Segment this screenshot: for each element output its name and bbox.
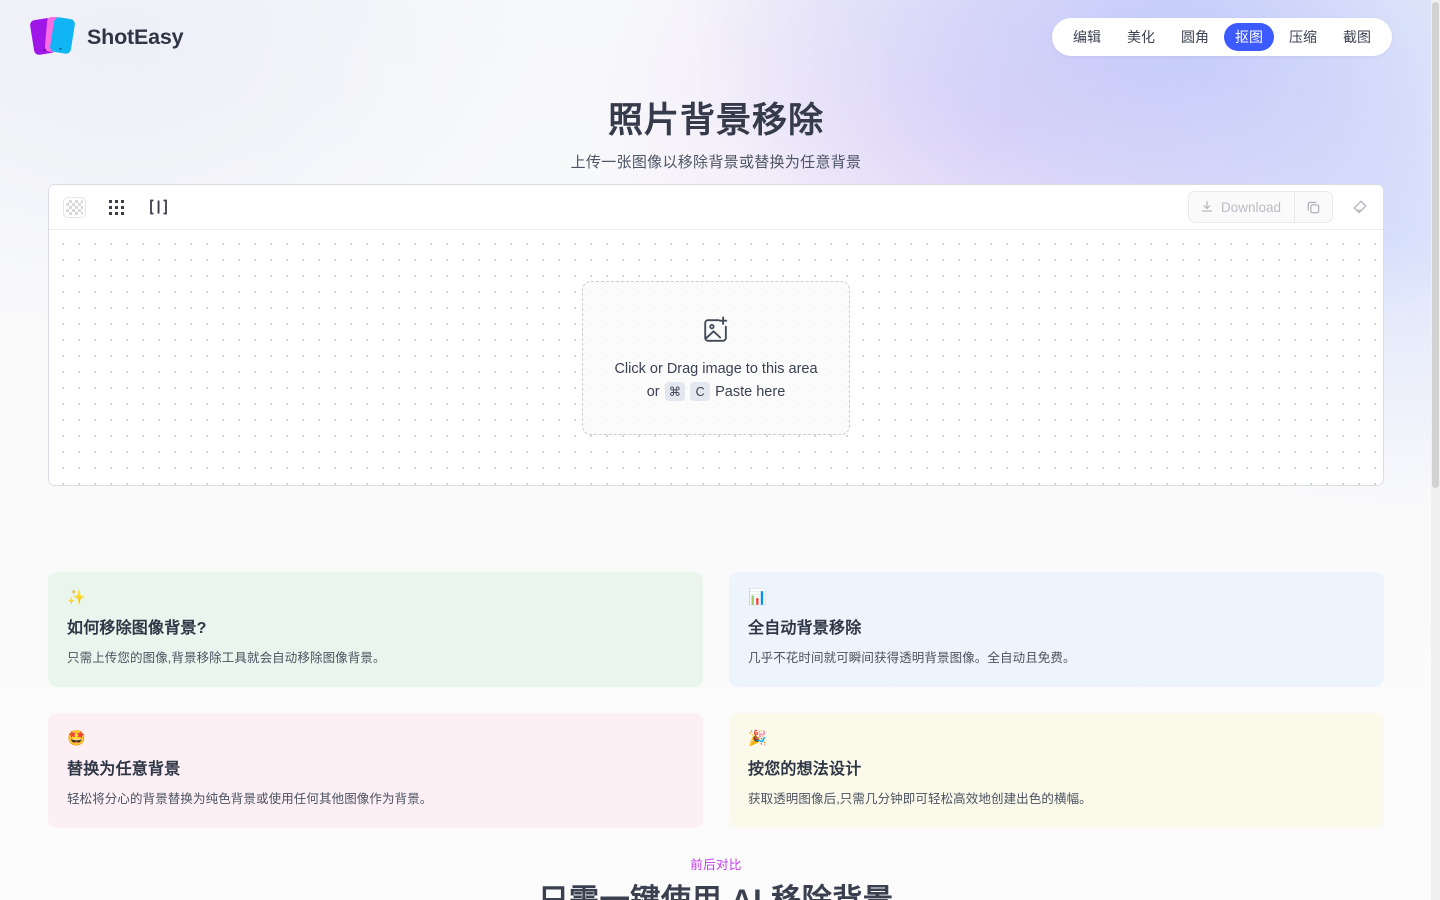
toolbar-right-group: Download (1187, 191, 1373, 223)
feature-card-title: 全自动背景移除 (748, 620, 862, 637)
shoteasy-logo-icon (29, 15, 76, 59)
feature-card-design-as-you-wish: 🎉 按您的想法设计 获取透明图像后,只需几分钟即可轻松高效地创建出色的横幅。 (729, 713, 1384, 828)
transparent-checker-icon (62, 196, 86, 218)
nav-item-beautify[interactable]: 美化 (1116, 23, 1166, 51)
copy-icon (1307, 201, 1320, 213)
page-scrollbar-track[interactable] (1431, 0, 1440, 900)
feature-cards: ✨ 如何移除图像背景? 只需上传您的图像,背景移除工具就会自动移除图像背景。 📊… (48, 572, 1384, 828)
download-button[interactable]: Download (1189, 194, 1294, 221)
site-header: ShotEasy 编辑 美化 圆角 抠图 压缩 截图 (0, 0, 1432, 74)
bar-chart-emoji: 📊 (748, 589, 767, 606)
key-command: ⌘ (664, 382, 686, 401)
copy-image-button[interactable] (1294, 192, 1332, 222)
star-struck-emoji: 🤩 (67, 730, 86, 747)
page-background: ShotEasy 编辑 美化 圆角 抠图 压缩 截图 照片背景移除 上传一张图像… (0, 0, 1440, 900)
feature-card-title: 按您的想法设计 (748, 761, 862, 778)
feature-card-how-to-remove: ✨ 如何移除图像背景? 只需上传您的图像,背景移除工具就会自动移除图像背景。 (48, 572, 703, 687)
section-heading: 只需一键使用 AI 移除背景 (0, 880, 1432, 900)
before-after-section: 前后对比 只需一键使用 AI 移除背景 (0, 856, 1432, 900)
logo-card-cyan (49, 16, 76, 55)
feature-card-desc: 轻松将分心的背景替换为纯色背景或使用任何其他图像作为背景。 (67, 792, 433, 806)
image-dropzone[interactable]: Click or Drag image to this area or ⌘ C … (582, 281, 850, 435)
compare-view-button[interactable] (145, 195, 171, 219)
editor-toolbar: Download (49, 185, 1383, 229)
nav-item-compress[interactable]: 压缩 (1278, 23, 1328, 51)
eraser-button[interactable] (1345, 193, 1373, 221)
download-label: Download (1220, 199, 1281, 215)
page-scroll-container[interactable]: ShotEasy 编辑 美化 圆角 抠图 压缩 截图 照片背景移除 上传一张图像… (0, 0, 1440, 900)
main-nav: 编辑 美化 圆角 抠图 压缩 截图 (1052, 18, 1392, 56)
dropzone-primary-text: Click or Drag image to this area (614, 360, 818, 377)
background-swatch-button[interactable] (61, 195, 87, 219)
grid-dots-icon (108, 199, 124, 215)
paste-or-text: or (646, 383, 660, 400)
nav-item-screenshot[interactable]: 截图 (1332, 23, 1382, 51)
feature-card-title: 如何移除图像背景? (67, 620, 207, 637)
compare-split-icon (149, 199, 167, 215)
nav-item-cutout[interactable]: 抠图 (1224, 23, 1274, 51)
eraser-icon (1353, 200, 1366, 213)
image-canvas[interactable]: Click or Drag image to this area or ⌘ C … (49, 229, 1383, 485)
brand-logo[interactable]: ShotEasy (29, 15, 184, 59)
feature-card-replace-background: 🤩 替换为任意背景 轻松将分心的背景替换为纯色背景或使用任何其他图像作为背景。 (48, 713, 703, 828)
feature-card-desc: 几乎不花时间就可瞬间获得透明背景图像。全自动且免费。 (748, 651, 1076, 665)
page-subtitle: 上传一张图像以移除背景或替换为任意背景 (570, 154, 862, 171)
sparkles-emoji: ✨ (67, 589, 86, 606)
feature-card-desc: 获取透明图像后,只需几分钟即可轻松高效地创建出色的横幅。 (748, 792, 1092, 806)
grid-view-button[interactable] (103, 195, 129, 219)
section-eyebrow: 前后对比 (690, 858, 742, 872)
brand-name: ShotEasy (87, 24, 184, 49)
download-icon (1201, 200, 1213, 212)
image-plus-icon (701, 315, 731, 350)
nav-item-edit[interactable]: 编辑 (1062, 23, 1112, 51)
feature-card-auto-removal: 📊 全自动背景移除 几乎不花时间就可瞬间获得透明背景图像。全自动且免费。 (729, 572, 1384, 687)
toolbar-left-group (61, 195, 171, 219)
page-scrollbar-thumb[interactable] (1432, 2, 1439, 488)
feature-card-desc: 只需上传您的图像,背景移除工具就会自动移除图像背景。 (67, 651, 386, 665)
editor-panel: Download Click or Drag image to this are… (48, 184, 1384, 486)
paste-here-text: Paste here (715, 383, 786, 400)
nav-item-rounded-corner[interactable]: 圆角 (1170, 23, 1220, 51)
feature-card-title: 替换为任意背景 (67, 761, 181, 778)
download-button-group: Download (1187, 191, 1333, 223)
hero-section: 照片背景移除 上传一张图像以移除背景或替换为任意背景 (0, 98, 1432, 172)
page-title: 照片背景移除 (607, 101, 824, 140)
party-popper-emoji: 🎉 (748, 730, 767, 747)
key-c: C (690, 382, 711, 401)
dropzone-paste-hint: or ⌘ C Paste here (646, 382, 786, 402)
